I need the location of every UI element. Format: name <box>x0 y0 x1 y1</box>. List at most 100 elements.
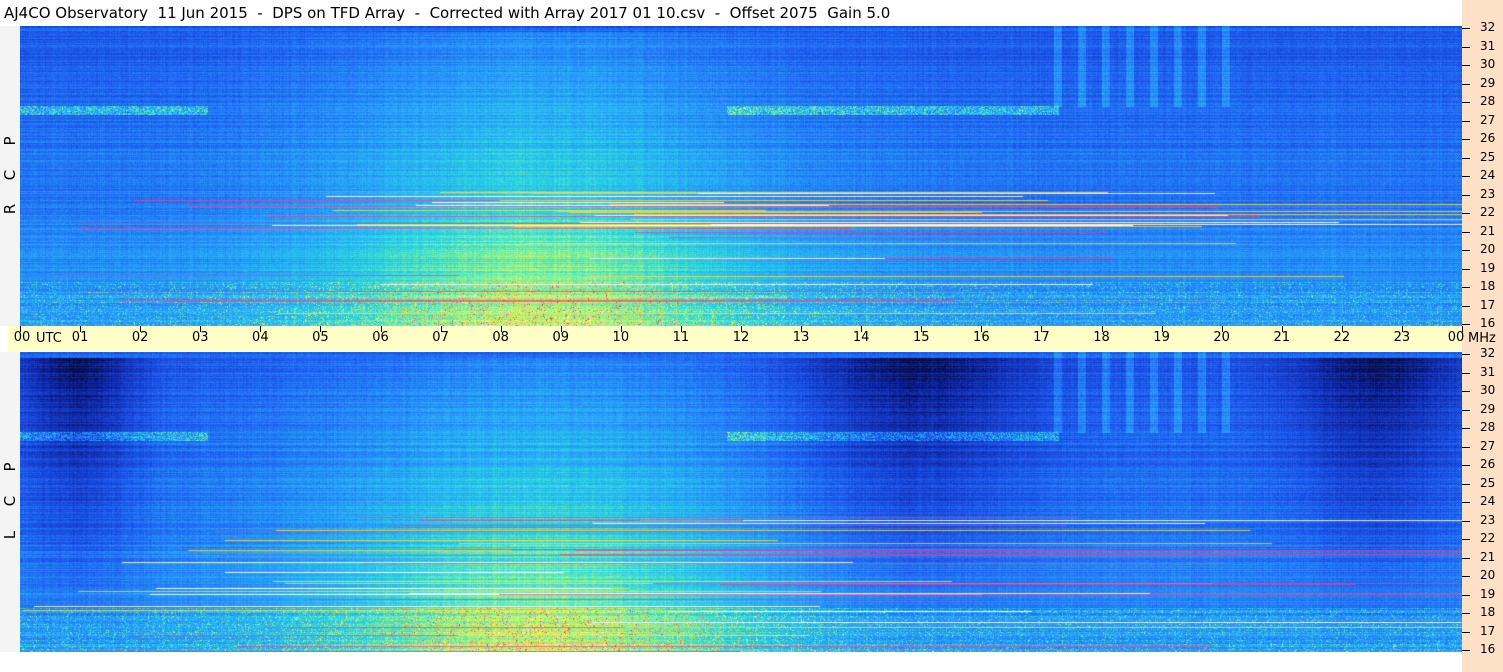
utc-tick-label: 19 <box>1153 330 1170 345</box>
utc-tick-label: 14 <box>852 330 870 345</box>
rcp-frequency-label: 21 <box>1480 224 1496 238</box>
lcp-frequency-tick <box>1462 521 1470 522</box>
utc-tick-label: 12 <box>732 330 750 345</box>
lcp-letter-p: P <box>1 462 19 472</box>
rcp-frequency-tick <box>1462 139 1470 140</box>
rcp-frequency-label: 22 <box>1480 205 1496 219</box>
rcp-frequency-label: 23 <box>1480 187 1496 201</box>
rcp-frequency-tick <box>1462 102 1470 103</box>
rcp-letter-p: P <box>1 136 19 146</box>
rcp-frequency-tick <box>1462 287 1470 288</box>
lcp-frequency-label: 27 <box>1480 439 1496 453</box>
rcp-frequency-tick <box>1462 47 1470 48</box>
lcp-frequency-tick <box>1462 632 1470 633</box>
lcp-frequency-label: 22 <box>1480 531 1496 545</box>
utc-tick-label: 21 <box>1273 330 1291 345</box>
lcp-frequency-tick <box>1462 410 1470 411</box>
lcp-frequency-label: 25 <box>1480 476 1496 490</box>
rcp-frequency-label: 17 <box>1480 298 1496 312</box>
rcp-frequency-label: 16 <box>1480 316 1496 330</box>
rcp-frequency-label: 20 <box>1480 242 1496 256</box>
rcp-frequency-tick <box>1462 232 1470 233</box>
rcp-frequency-tick <box>1462 306 1470 307</box>
utc-tick-label: 23 <box>1393 330 1411 345</box>
rcp-frequency-label: 18 <box>1480 279 1496 293</box>
lcp-spectrogram <box>20 352 1462 652</box>
rcp-letter-c: C <box>1 169 19 181</box>
utc-tick-label: 06 <box>372 330 389 345</box>
rcp-frequency-tick <box>1462 195 1470 196</box>
utc-tick-label: 17 <box>1033 330 1050 345</box>
lcp-frequency-label: 21 <box>1480 550 1496 564</box>
utc-tick-label: 01 <box>71 330 89 345</box>
utc-tick-label: 03 <box>191 330 209 345</box>
lcp-frequency-tick <box>1462 539 1470 540</box>
lcp-frequency-tick <box>1462 613 1470 614</box>
utc-tick-label: 22 <box>1333 330 1351 345</box>
utc-tick-label: 15 <box>912 330 930 345</box>
rcp-frequency-tick <box>1462 84 1470 85</box>
lcp-spectrogram-canvas <box>20 352 1462 652</box>
rcp-frequency-tick <box>1462 213 1470 214</box>
utc-unit-label: UTC <box>36 331 62 346</box>
utc-tick-label: 13 <box>792 330 810 345</box>
rcp-frequency-label: 28 <box>1480 94 1496 108</box>
utc-tick-label: 10 <box>612 330 630 345</box>
rcp-spectrogram-canvas <box>20 26 1462 326</box>
utc-tick-label: 07 <box>432 330 449 345</box>
rcp-frequency-tick <box>1462 28 1470 29</box>
lcp-frequency-tick <box>1462 428 1470 429</box>
lcp-frequency-tick <box>1462 391 1470 392</box>
rcp-frequency-tick <box>1462 176 1470 177</box>
utc-tick-label: 04 <box>252 330 269 345</box>
rcp-spectrogram <box>20 26 1462 326</box>
lcp-frequency-label: 29 <box>1480 402 1496 416</box>
utc-time-axis: 00 01 02 03 04 05 06 07 08 09 10 11 12 13 14 15 16 17 18 19… <box>8 326 1464 352</box>
lcp-frequency-label: 17 <box>1480 624 1496 638</box>
lcp-letter-l: L <box>1 530 19 540</box>
rcp-frequency-label: 31 <box>1480 39 1496 53</box>
utc-tick-label: 11 <box>672 330 690 345</box>
lcp-frequency-label: 18 <box>1480 605 1496 619</box>
lcp-frequency-label: 32 <box>1480 346 1496 360</box>
rcp-frequency-tick <box>1462 158 1470 159</box>
rcp-frequency-tick <box>1462 269 1470 270</box>
lcp-frequency-label: 30 <box>1480 383 1496 397</box>
utc-tick-label: 08 <box>492 330 509 345</box>
lcp-frequency-label: 28 <box>1480 420 1496 434</box>
lcp-frequency-tick <box>1462 373 1470 374</box>
lcp-frequency-tick <box>1462 595 1470 596</box>
rcp-frequency-tick <box>1462 324 1470 325</box>
lcp-frequency-tick <box>1462 502 1470 503</box>
utc-tick-label: 20 <box>1213 330 1230 345</box>
lcp-frequency-tick <box>1462 484 1470 485</box>
rcp-letter-r: R <box>1 203 19 215</box>
utc-tick-label: 18 <box>1093 330 1110 345</box>
chart-title: AJ4CO Observatory 11 Jun 2015 - DPS on T… <box>4 4 891 22</box>
rcp-frequency-label: 24 <box>1480 168 1496 182</box>
rcp-frequency-label: 25 <box>1480 150 1496 164</box>
rcp-frequency-tick <box>1462 65 1470 66</box>
lcp-frequency-label: 16 <box>1480 642 1496 656</box>
rcp-frequency-label: 19 <box>1480 261 1496 275</box>
lcp-frequency-label: 26 <box>1480 457 1496 471</box>
lcp-letter-c: C <box>1 495 19 507</box>
rcp-frequency-label: 26 <box>1480 131 1496 145</box>
rcp-frequency-label: 32 <box>1480 20 1496 34</box>
lcp-frequency-label: 20 <box>1480 568 1496 582</box>
utc-tick-label: 02 <box>131 330 149 345</box>
utc-tick-label: 16 <box>973 330 990 345</box>
rcp-frequency-tick <box>1462 250 1470 251</box>
lcp-frequency-tick <box>1462 354 1470 355</box>
mhz-unit-label: MHz <box>1468 331 1496 346</box>
lcp-frequency-label: 31 <box>1480 365 1496 379</box>
rcp-frequency-label: 27 <box>1480 113 1496 127</box>
rcp-frequency-tick <box>1462 121 1470 122</box>
lcp-frequency-label: 23 <box>1480 513 1496 527</box>
lcp-frequency-tick <box>1462 447 1470 448</box>
utc-tick-label: 09 <box>552 330 570 345</box>
rcp-frequency-label: 29 <box>1480 76 1496 90</box>
lcp-frequency-tick <box>1462 558 1470 559</box>
utc-tick-label: 00 <box>13 330 31 345</box>
lcp-frequency-tick <box>1462 650 1470 651</box>
